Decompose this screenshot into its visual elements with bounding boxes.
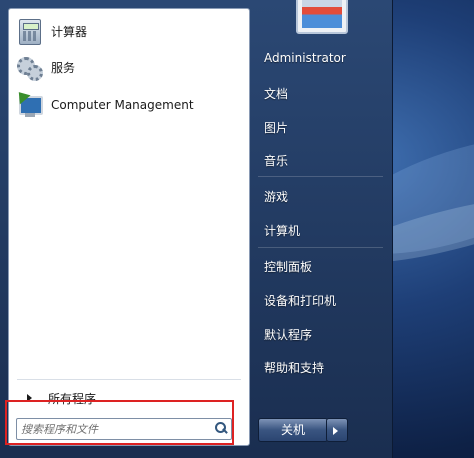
user-name-link[interactable]: Administrator — [264, 51, 384, 65]
link-computer[interactable]: 计算机 — [264, 222, 384, 239]
computer-management-icon — [13, 87, 43, 119]
program-calculator[interactable]: 计算器 — [13, 15, 245, 47]
start-menu: 计算器 服务 Computer Management 所有程序 Admin — [0, 0, 393, 458]
link-default-programs[interactable]: 默认程序 — [264, 326, 384, 343]
link-music[interactable]: 音乐 — [264, 152, 384, 169]
link-help-support[interactable]: 帮助和支持 — [264, 359, 384, 376]
divider — [258, 176, 383, 177]
highlight-annotation-box — [5, 400, 234, 445]
program-label: Computer Management — [51, 98, 194, 112]
program-services[interactable]: 服务 — [13, 51, 245, 83]
chevron-right-icon — [333, 427, 338, 435]
calculator-icon — [15, 17, 43, 45]
divider — [17, 379, 241, 380]
program-label: 服务 — [51, 60, 76, 75]
divider — [258, 247, 383, 248]
program-computer-management[interactable]: Computer Management — [13, 87, 245, 121]
shutdown-button[interactable]: 关机 — [258, 418, 328, 442]
services-gears-icon — [15, 53, 43, 81]
programs-panel: 计算器 服务 Computer Management 所有程序 — [8, 8, 250, 446]
link-games[interactable]: 游戏 — [264, 188, 384, 205]
link-pictures[interactable]: 图片 — [264, 119, 384, 136]
user-avatar[interactable] — [296, 0, 348, 34]
link-documents[interactable]: 文档 — [264, 85, 384, 102]
program-label: 计算器 — [51, 24, 88, 39]
link-devices-printers[interactable]: 设备和打印机 — [264, 292, 384, 309]
link-control-panel[interactable]: 控制面板 — [264, 258, 384, 275]
shutdown-options-button[interactable] — [326, 418, 348, 442]
